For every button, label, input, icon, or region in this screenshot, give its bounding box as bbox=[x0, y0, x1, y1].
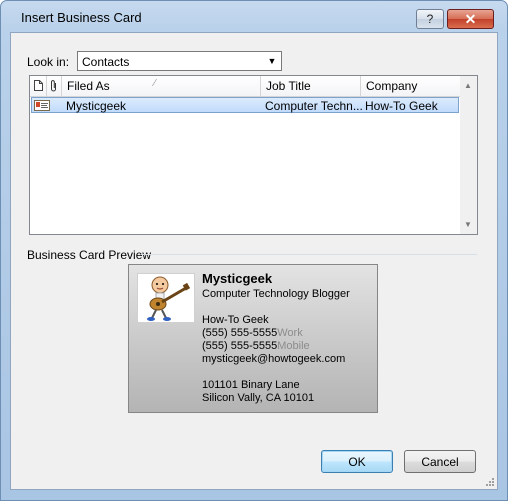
column-job-title-label: Job Title bbox=[266, 79, 311, 93]
card-company: How-To Geek bbox=[202, 314, 269, 326]
look-in-label: Look in: bbox=[27, 55, 70, 69]
scroll-up-icon[interactable]: ▲ bbox=[464, 81, 472, 90]
look-in-dropdown[interactable]: Contacts ▼ bbox=[77, 51, 282, 71]
table-row[interactable]: Mysticgeek Computer Techn... How-To Geek bbox=[31, 97, 459, 113]
row-job-title: Computer Techn... bbox=[265, 99, 362, 113]
chevron-down-icon[interactable]: ▼ bbox=[264, 53, 280, 69]
business-card-preview: Mysticgeek Computer Technology Blogger H… bbox=[128, 264, 378, 413]
mobile-phone-label: Mobile bbox=[277, 340, 310, 352]
look-in-value: Contacts bbox=[82, 55, 130, 69]
card-work-phone: (555) 555-5555Work bbox=[202, 327, 303, 339]
dialog-body: Look in: Contacts ▼ Filed As ⁄ Job Title bbox=[10, 32, 498, 490]
card-mobile-phone: (555) 555-5555Mobile bbox=[202, 340, 310, 352]
card-address-line2: Silicon Vally, CA 10101 bbox=[202, 392, 315, 404]
contact-card-icon bbox=[34, 100, 50, 111]
resize-grip-icon[interactable] bbox=[485, 477, 495, 487]
ok-button[interactable]: OK bbox=[321, 450, 393, 473]
document-icon bbox=[34, 80, 43, 91]
row-filed-as: Mysticgeek bbox=[66, 99, 127, 113]
column-company[interactable]: Company bbox=[361, 76, 460, 96]
card-job-title: Computer Technology Blogger bbox=[202, 288, 350, 300]
attachment-icon bbox=[51, 80, 56, 92]
column-filed-as-label: Filed As bbox=[67, 79, 110, 93]
mobile-phone-number: (555) 555-5555 bbox=[202, 340, 278, 352]
list-header: Filed As ⁄ Job Title Company bbox=[30, 76, 460, 97]
help-button[interactable]: ? bbox=[416, 9, 444, 29]
work-phone-label: Work bbox=[277, 327, 303, 339]
scroll-down-icon[interactable]: ▼ bbox=[464, 220, 472, 229]
work-phone-number: (555) 555-5555 bbox=[202, 327, 278, 339]
avatar bbox=[137, 273, 195, 323]
window-title: Insert Business Card bbox=[21, 10, 142, 25]
close-button[interactable]: ✕ bbox=[447, 9, 494, 29]
sort-icon: ⁄ bbox=[154, 78, 156, 89]
column-icon[interactable] bbox=[30, 76, 47, 96]
cancel-button[interactable]: Cancel bbox=[404, 450, 476, 473]
title-bar[interactable]: Insert Business Card ? ✕ bbox=[1, 1, 507, 31]
column-job-title[interactable]: Job Title bbox=[261, 76, 361, 96]
dialog-window: Insert Business Card ? ✕ Look in: Contac… bbox=[0, 0, 508, 501]
preview-section-label: Business Card Preview bbox=[27, 248, 152, 262]
column-attachment[interactable] bbox=[47, 76, 62, 96]
list-scrollbar[interactable]: ▲ ▼ bbox=[460, 76, 477, 234]
card-name: Mysticgeek bbox=[202, 271, 273, 286]
section-divider bbox=[141, 254, 477, 255]
guitar-player-avatar-icon bbox=[147, 276, 191, 321]
contacts-list[interactable]: Filed As ⁄ Job Title Company Mysticgeek … bbox=[29, 75, 478, 235]
row-company: How-To Geek bbox=[365, 99, 438, 113]
column-filed-as[interactable]: Filed As ⁄ bbox=[62, 76, 261, 96]
card-address-line1: 101101 Binary Lane bbox=[202, 379, 300, 391]
column-company-label: Company bbox=[366, 79, 418, 93]
card-email: mysticgeek@howtogeek.com bbox=[202, 353, 346, 365]
